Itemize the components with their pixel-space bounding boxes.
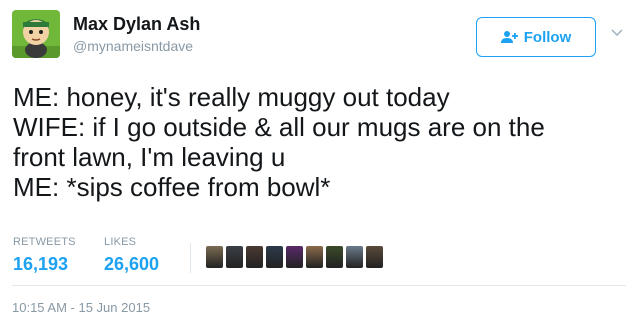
tweet-line: WIFE: if I go outside & all our mugs are…	[13, 112, 545, 142]
timestamp[interactable]: 10:15 AM - 15 Jun 2015	[12, 300, 150, 315]
liker-avatar[interactable]	[226, 246, 243, 268]
retweets-label: RETWEETS	[13, 236, 76, 248]
liker-avatar[interactable]	[246, 246, 263, 268]
avatar[interactable]	[12, 10, 60, 58]
author-screen-name[interactable]: @mynameisntdave	[73, 38, 193, 54]
chevron-down-icon[interactable]	[609, 24, 625, 40]
liker-avatar[interactable]	[346, 246, 363, 268]
stats-divider	[190, 243, 191, 273]
liker-avatar[interactable]	[366, 246, 383, 268]
tweet-text: ME: honey, it's really muggy out today W…	[13, 82, 628, 202]
tweet-line: ME: *sips coffee from bowl*	[13, 172, 331, 202]
tweet-line: front lawn, I'm leaving u	[13, 142, 286, 172]
liker-avatar[interactable]	[286, 246, 303, 268]
likes-count: 26,600	[104, 254, 160, 274]
retweets-count: 16,193	[13, 254, 69, 274]
follow-button[interactable]: Follow	[476, 17, 596, 57]
likes-stat[interactable]: LIKES 26,600	[104, 236, 159, 275]
likes-label: LIKES	[104, 236, 137, 248]
separator	[12, 285, 626, 286]
follow-button-label: Follow	[523, 28, 572, 46]
add-user-icon	[500, 31, 518, 43]
likers-avatars	[206, 246, 383, 268]
author-display-name[interactable]: Max Dylan Ash	[73, 14, 200, 35]
liker-avatar[interactable]	[326, 246, 343, 268]
cartoon-character-avatar-icon	[12, 10, 60, 58]
liker-avatar[interactable]	[306, 246, 323, 268]
retweets-stat[interactable]: RETWEETS 16,193	[13, 236, 76, 275]
tweet-line: ME: honey, it's really muggy out today	[13, 82, 450, 112]
liker-avatar[interactable]	[266, 246, 283, 268]
liker-avatar[interactable]	[206, 246, 223, 268]
